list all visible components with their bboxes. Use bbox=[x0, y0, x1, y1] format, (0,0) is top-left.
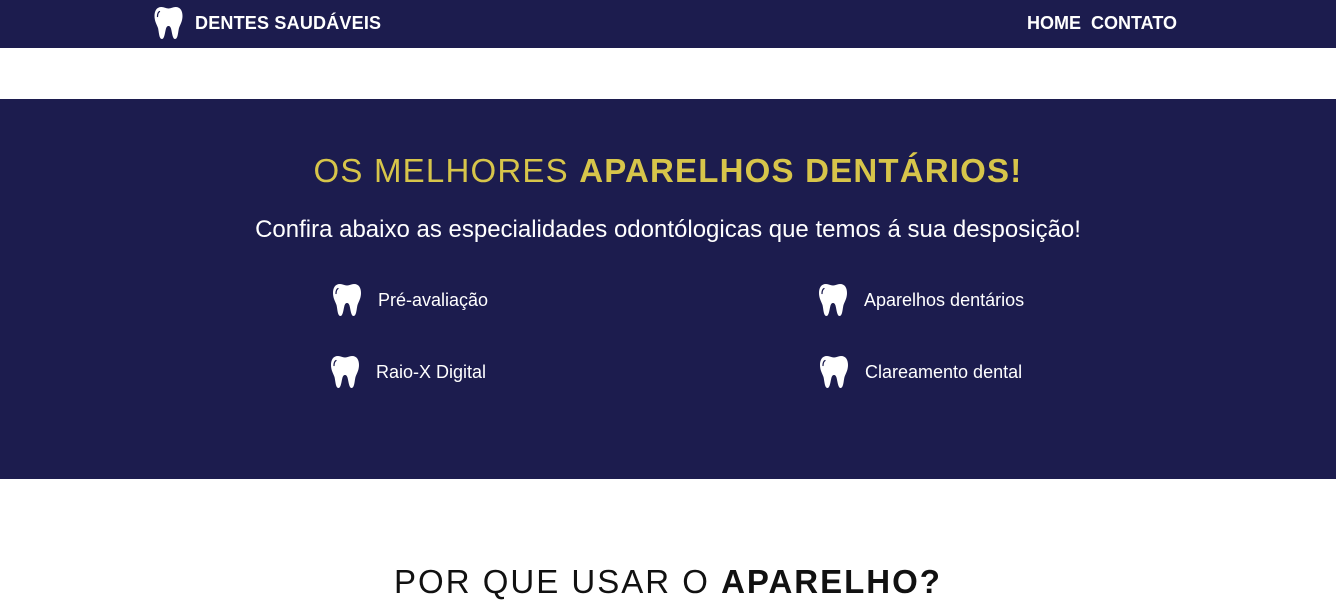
section-title-light: POR QUE USAR O bbox=[394, 563, 710, 600]
service-label: Raio-X Digital bbox=[376, 362, 487, 382]
service-item-aparelhos[interactable]: Aparelhos dentários bbox=[818, 283, 1024, 317]
tooth-icon bbox=[331, 356, 359, 388]
main-nav: HOME CONTATO bbox=[1027, 12, 1177, 34]
nav-contact-link[interactable]: CONTATO bbox=[1091, 12, 1177, 34]
tooth-icon bbox=[154, 7, 183, 39]
service-label: Aparelhos dentários bbox=[864, 290, 1025, 310]
service-item-raio-x[interactable]: Raio-X Digital bbox=[330, 355, 486, 389]
hero-title-light: OS MELHORES bbox=[313, 152, 569, 189]
service-label: Pré-avaliação bbox=[378, 290, 489, 310]
nav-home-link[interactable]: HOME bbox=[1027, 12, 1081, 34]
navbar: DENTES SAUDÁVEIS HOME CONTATO bbox=[0, 0, 1336, 48]
service-label: Clareamento dental bbox=[865, 362, 1023, 382]
section-title: POR QUE USAR O APARELHO? bbox=[0, 562, 1336, 602]
hero-subtitle: Confira abaixo as especialidades odontól… bbox=[255, 216, 1081, 243]
service-item-pre-avaliacao[interactable]: Pré-avaliação bbox=[332, 283, 488, 317]
hero-title: OS MELHORES APARELHOS DENTÁRIOS! bbox=[0, 151, 1336, 191]
brand-name: DENTES SAUDÁVEIS bbox=[195, 12, 382, 33]
hero-title-strong: APARELHOS DENTÁRIOS! bbox=[579, 152, 1023, 189]
service-item-clareamento[interactable]: Clareamento dental bbox=[819, 355, 1022, 389]
tooth-icon bbox=[333, 284, 361, 316]
brand-logo-link[interactable]: DENTES SAUDÁVEIS bbox=[153, 6, 381, 40]
hero-section: OS MELHORES APARELHOS DENTÁRIOS! Confira… bbox=[0, 99, 1336, 479]
section-title-strong: APARELHO? bbox=[721, 563, 942, 600]
tooth-icon bbox=[819, 284, 847, 316]
tooth-icon bbox=[820, 356, 848, 388]
